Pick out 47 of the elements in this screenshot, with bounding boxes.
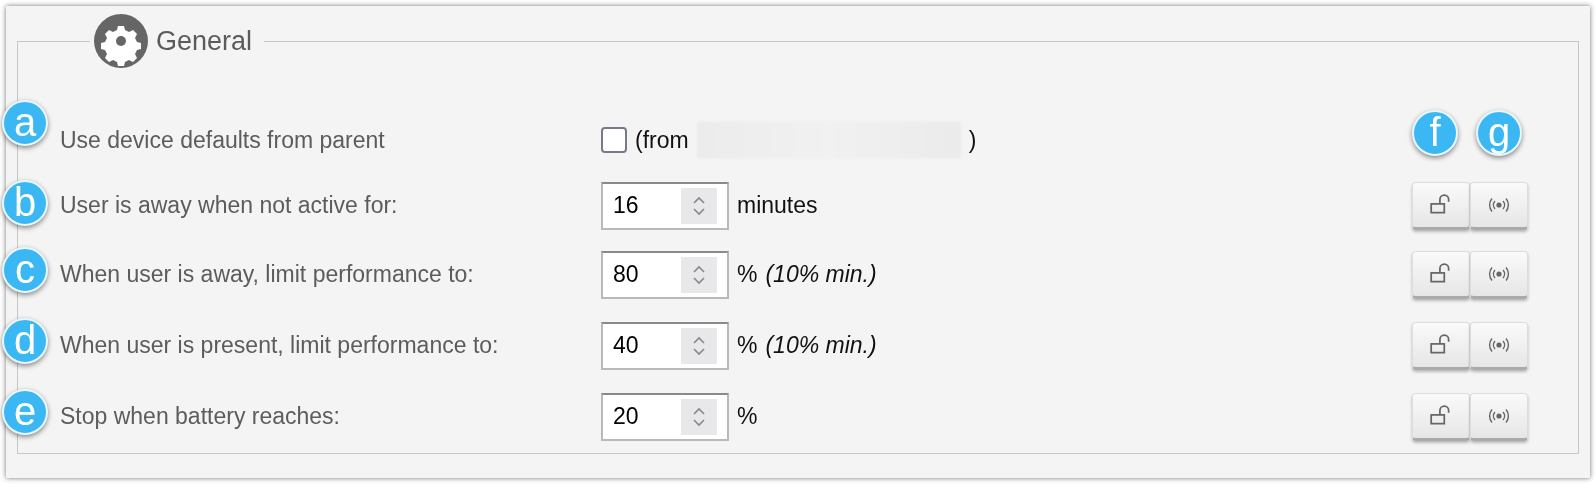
unlocked-padlock-icon	[1429, 262, 1453, 285]
source-label: )	[968, 126, 977, 154]
number-field[interactable]: 80	[601, 250, 729, 299]
broadcast-icon	[1487, 264, 1511, 283]
spinner-arrows[interactable]	[681, 256, 717, 293]
number-field[interactable]: 16	[601, 181, 729, 230]
unit-label: %	[737, 403, 758, 430]
unlocked-padlock-icon	[1429, 404, 1453, 427]
checkbox[interactable]	[601, 127, 627, 153]
broadcast-icon	[1487, 335, 1511, 354]
broadcast-button[interactable]	[1470, 181, 1528, 230]
unit-label: %	[737, 261, 758, 288]
number-field[interactable]: 40	[601, 321, 729, 370]
setting-label: When user is present, limit performance to:	[60, 332, 500, 359]
annotation-badge: f	[1412, 110, 1458, 156]
gear-icon	[94, 14, 148, 68]
setting-label: Use device defaults from parent	[60, 126, 386, 154]
spinner-arrows[interactable]	[681, 327, 717, 364]
broadcast-button[interactable]	[1470, 250, 1528, 299]
lock-button[interactable]	[1412, 250, 1470, 299]
lock-button[interactable]	[1412, 181, 1470, 230]
annotation-badge: g	[1476, 110, 1522, 156]
annotation-badge: c	[2, 247, 48, 293]
setting-label: When user is away, limit performance to:	[60, 261, 475, 288]
source-label: (from	[635, 126, 689, 154]
broadcast-button[interactable]	[1470, 321, 1528, 370]
number-field[interactable]: 20	[601, 392, 729, 441]
broadcast-icon	[1487, 195, 1511, 214]
setting-label: User is away when not active for:	[60, 192, 399, 219]
unlocked-padlock-icon	[1429, 333, 1453, 356]
hint-text: (10% min.)	[765, 332, 877, 359]
section-title: General	[156, 25, 253, 57]
lock-button[interactable]	[1412, 321, 1470, 370]
hint-text: (10% min.)	[765, 261, 877, 288]
broadcast-button[interactable]	[1470, 392, 1528, 441]
annotation-badge: a	[2, 100, 48, 146]
lock-button[interactable]	[1412, 392, 1470, 441]
spinner-arrows[interactable]	[681, 187, 717, 224]
annotation-badge: e	[2, 389, 48, 435]
broadcast-icon	[1487, 406, 1511, 425]
setting-label: Stop when battery reaches:	[60, 403, 341, 430]
unit-label: %	[737, 332, 758, 359]
spinner-arrows[interactable]	[681, 398, 717, 435]
annotation-badge: d	[2, 318, 48, 364]
unit-label: minutes	[737, 192, 818, 219]
unlocked-padlock-icon	[1429, 193, 1453, 216]
annotation-badge: b	[2, 180, 48, 226]
